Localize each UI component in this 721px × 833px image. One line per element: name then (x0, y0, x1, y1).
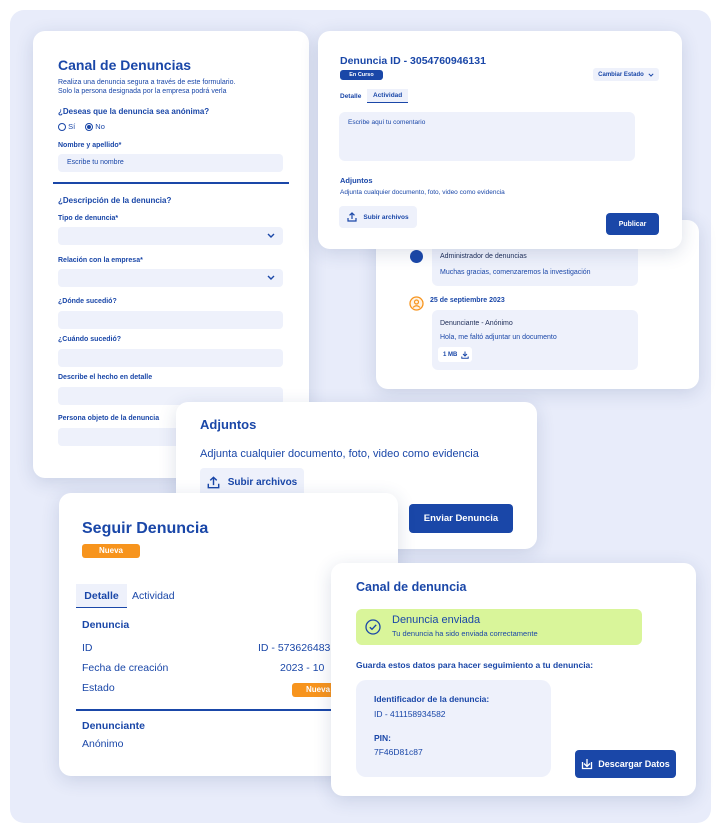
where-label: ¿Dónde sucedió? (58, 298, 117, 305)
follow-tab-detail-label: Detalle (84, 589, 119, 602)
data-box: Identificador de la denuncia: ID - 41115… (356, 680, 551, 777)
reporter-value: Anónimo (82, 738, 124, 750)
comment-textarea[interactable]: Escribe aquí tu comentario (339, 112, 635, 161)
admin-name: Administrador de denuncias (440, 253, 527, 260)
publish-button[interactable]: Publicar (606, 213, 659, 235)
comment-placeholder: Escribe aquí tu comentario (348, 119, 426, 126)
chevron-down-icon (267, 233, 275, 238)
follow-created-value: 2023 - 10 (280, 662, 325, 674)
follow-tab-activity[interactable]: Actividad (132, 590, 175, 602)
name-label: Nombre y apellido* (58, 142, 122, 149)
radio-yes[interactable]: Sí (58, 122, 76, 132)
radio-no[interactable]: No (85, 122, 105, 132)
admin-attachments-title: Adjuntos (340, 176, 373, 185)
attachments-title: Adjuntos (200, 417, 257, 432)
pin-value: 7F46D81c87 (374, 747, 423, 757)
upload-label: Subir archivos (227, 477, 298, 488)
relation-label: Relación con la empresa* (58, 257, 143, 264)
user-message-bubble: Denunciante - Anónimo Hola, me faltó adj… (432, 310, 638, 370)
upload-icon (347, 212, 358, 222)
form-subtitle-line2: Solo la persona designada por la empresa… (58, 88, 227, 95)
follow-state-label: Estado (82, 682, 115, 694)
denuncia-id-label: Identificador de la denuncia: (374, 694, 490, 704)
name-placeholder: Escribe tu nombre (67, 159, 124, 166)
when-input[interactable] (58, 349, 283, 367)
follow-id-value: ID - 573626483 (258, 642, 331, 654)
follow-id-label: ID (82, 642, 93, 654)
admin-denuncia-title: Denuncia ID - 3054760946131 (340, 55, 486, 67)
file-chip[interactable]: 1 MB (438, 347, 472, 362)
admin-denuncia-card: Denuncia ID - 3054760946131 En Curso Cam… (318, 31, 682, 249)
file-size: 1 MB (443, 351, 458, 358)
form-title: Canal de Denuncias (58, 57, 192, 73)
type-select[interactable] (58, 227, 283, 245)
check-circle-icon (365, 619, 381, 635)
follow-status-badge: Nueva (82, 544, 140, 558)
send-denuncia-button[interactable]: Enviar Denuncia (409, 504, 513, 533)
radio-no-label: No (95, 122, 105, 131)
relation-select[interactable] (58, 269, 283, 287)
type-label: Tipo de denuncia* (58, 215, 119, 222)
follow-title: Seguir Denuncia (82, 520, 209, 537)
attachments-hint: Adjunta cualquier documento, foto, video… (200, 448, 479, 460)
download-icon (582, 759, 593, 770)
denuncia-id-value: ID - 411158934582 (374, 709, 446, 719)
form-subtitle-line1: Realiza una denuncia segura a través de … (58, 79, 236, 86)
anonymous-question: ¿Deseas que la denuncia sea anónima? (58, 107, 210, 116)
section-divider (53, 182, 289, 184)
publish-label: Publicar (618, 220, 647, 228)
change-status-label: Cambiar Estado (598, 71, 644, 78)
pin-label: PIN: (374, 733, 391, 743)
person-label: Persona objeto de la denuncia (58, 415, 160, 422)
download-icon[interactable] (461, 351, 470, 359)
tab-activity-label: Actividad (373, 92, 403, 99)
description-title: ¿Descripción de la denuncia? (58, 196, 172, 205)
save-data-hint: Guarda estos datos para hacer seguimient… (356, 660, 594, 670)
where-input[interactable] (58, 311, 283, 329)
radio-yes-circle[interactable] (58, 123, 66, 132)
admin-upload-label: Subir archivos (363, 213, 409, 221)
tab-activity[interactable]: Actividad (367, 89, 409, 103)
admin-avatar (410, 250, 423, 263)
success-title: Denuncia enviada (392, 614, 481, 626)
follow-state-value: Nueva (306, 685, 331, 694)
upload-icon (207, 476, 220, 489)
change-status-dropdown[interactable]: Cambiar Estado (593, 68, 659, 81)
admin-attachments-hint: Adjunta cualquier documento, foto, video… (340, 189, 505, 196)
detail-label: Describe el hecho en detalle (58, 374, 153, 381)
chevron-down-icon (648, 72, 654, 77)
status-badge: En Curso (340, 70, 383, 80)
admin-message: Muchas gracias, comenzaremos la investig… (440, 269, 591, 276)
name-input[interactable]: Escribe tu nombre (58, 154, 283, 172)
activity-date: 25 de septiembre 2023 (430, 297, 505, 304)
tab-detail[interactable]: Detalle (340, 93, 361, 100)
follow-section-title: Denuncia (82, 619, 130, 631)
when-label: ¿Cuándo sucedió? (58, 336, 121, 343)
admin-upload-button[interactable]: Subir archivos (339, 206, 417, 228)
confirm-title: Canal de denuncia (356, 580, 467, 594)
reporter-title: Denunciante (82, 720, 146, 732)
download-data-label: Descargar Datos (598, 759, 670, 769)
radio-no-circle[interactable] (85, 123, 94, 132)
user-icon (409, 296, 424, 311)
radio-yes-label: Sí (68, 122, 76, 131)
success-subtitle: Tu denuncia ha sido enviada correctament… (392, 629, 538, 638)
success-banner: Denuncia enviada Tu denuncia ha sido env… (356, 609, 642, 645)
anonymous-radio-group: Sí No (58, 122, 105, 132)
user-name: Denunciante - Anónimo (440, 320, 513, 327)
chevron-down-icon (267, 275, 275, 280)
user-message: Hola, me faltó adjuntar un documento (440, 334, 557, 341)
follow-created-label: Fecha de creación (82, 662, 169, 674)
download-data-button[interactable]: Descargar Datos (575, 750, 676, 778)
follow-tab-detail[interactable]: Detalle (76, 584, 127, 608)
confirmation-card: Canal de denuncia Denuncia enviada Tu de… (331, 563, 696, 796)
send-denuncia-label: Enviar Denuncia (423, 513, 499, 524)
